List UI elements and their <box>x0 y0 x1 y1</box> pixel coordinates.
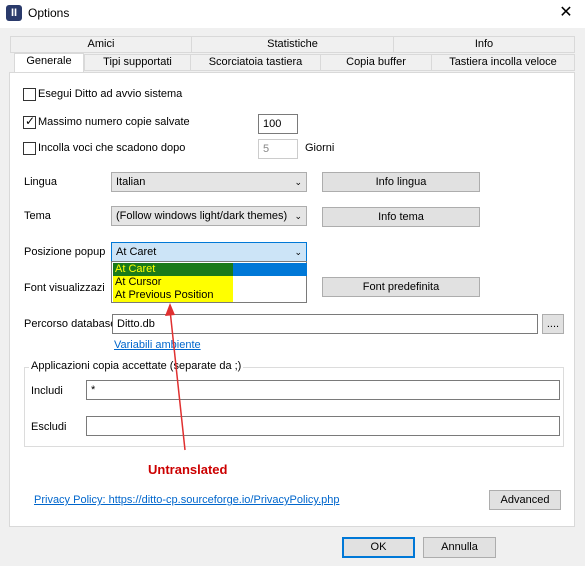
max-copies-checkbox[interactable] <box>23 114 36 129</box>
dialog-footer <box>0 528 585 566</box>
chevron-down-icon: ⌄ <box>294 211 302 221</box>
expire-days-input[interactable]: 5 <box>258 139 298 159</box>
option-label: At Cursor <box>113 276 233 289</box>
browse-button[interactable]: .... <box>542 314 564 334</box>
include-label: Includi <box>31 385 63 397</box>
annotation-arrow <box>165 303 186 451</box>
theme-value: (Follow windows light/dark themes) <box>116 210 288 222</box>
apps-group-title: Applicazioni copia accettate (separate d… <box>29 360 244 372</box>
tab-scorciatoia-tastiera[interactable]: Scorciatoia tastiera <box>190 54 321 71</box>
popup-position-label: Posizione popup <box>24 246 106 258</box>
theme-info-button[interactable]: Info tema <box>322 207 480 227</box>
expire-unit-label: Giorni <box>305 142 335 154</box>
tab-statistiche[interactable]: Statistiche <box>191 36 394 53</box>
theme-select[interactable]: (Follow windows light/dark themes) ⌄ <box>111 206 307 226</box>
max-copies-label: Massimo numero copie salvate <box>38 116 190 128</box>
language-select[interactable]: Italian ⌄ <box>111 172 307 192</box>
option-label: At Caret <box>113 263 233 276</box>
tab-copia-buffer[interactable]: Copia buffer <box>320 54 432 71</box>
popup-position-dropdown: At Caret At Cursor At Previous Position <box>111 261 307 303</box>
exclude-label: Escludi <box>31 421 67 433</box>
ok-button[interactable]: OK <box>342 537 415 558</box>
popup-position-value: At Caret <box>116 246 157 258</box>
language-value: Italian <box>116 176 146 188</box>
privacy-policy-link[interactable]: Privacy Policy: https://ditto-cp.sourcef… <box>34 494 339 506</box>
font-label: Font visualizzazi <box>24 282 105 294</box>
startup-checkbox[interactable] <box>23 88 36 101</box>
max-copies-input[interactable]: 100 <box>258 114 298 134</box>
expire-label: Incolla voci che scadono dopo <box>38 142 186 154</box>
db-path-label: Percorso database <box>24 318 112 330</box>
tab-tipi-supportati[interactable]: Tipi supportati <box>84 54 191 71</box>
include-input[interactable]: * <box>86 380 560 400</box>
untranslated-annotation: Untranslated <box>148 462 228 477</box>
expire-checkbox[interactable] <box>23 142 36 155</box>
tab-tastiera-incolla-veloce[interactable]: Tastiera incolla veloce <box>431 54 575 71</box>
tab-generale[interactable]: Generale <box>14 53 84 72</box>
chevron-down-icon: ⌄ <box>294 177 302 187</box>
dropdown-option-at-caret[interactable]: At Caret <box>113 263 307 276</box>
tab-amici[interactable]: Amici <box>10 36 192 53</box>
close-icon[interactable]: ✕ <box>548 0 584 26</box>
cancel-button[interactable]: Annulla <box>423 537 496 558</box>
dropdown-option-at-cursor[interactable]: At Cursor <box>113 276 233 289</box>
window-title: Options <box>28 6 70 20</box>
language-info-button[interactable]: Info lingua <box>322 172 480 192</box>
language-label: Lingua <box>24 176 58 188</box>
tab-info[interactable]: Info <box>393 36 575 53</box>
chevron-down-icon: ⌄ <box>294 247 302 257</box>
title-bar: II Options ✕ <box>0 0 585 28</box>
font-default-button[interactable]: Font predefinita <box>322 277 480 297</box>
theme-label: Tema <box>24 210 51 222</box>
popup-position-select[interactable]: At Caret ⌄ <box>111 242 307 262</box>
exclude-input[interactable] <box>86 416 560 436</box>
ditto-app-icon: II <box>6 5 22 21</box>
advanced-button[interactable]: Advanced <box>489 490 561 510</box>
startup-label: Esegui Ditto ad avvio sistema <box>38 88 183 100</box>
